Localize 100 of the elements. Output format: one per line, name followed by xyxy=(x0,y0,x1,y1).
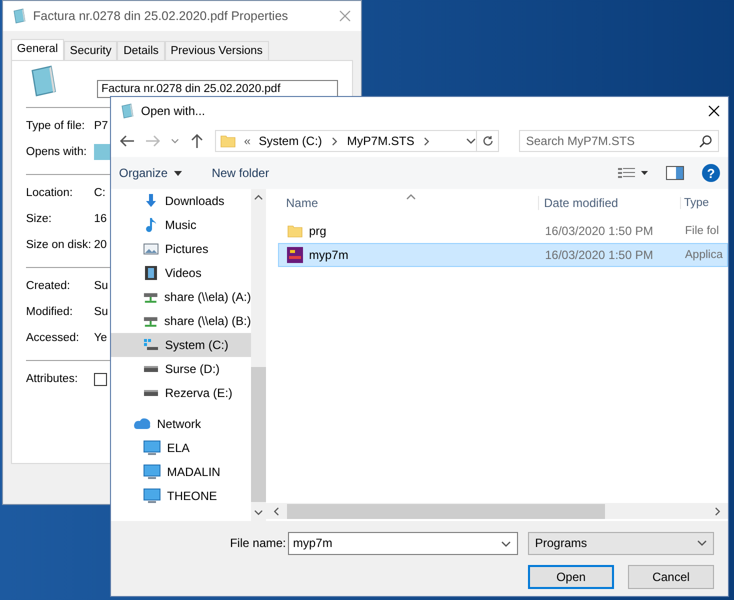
property-label: Size: xyxy=(26,213,53,225)
file-row[interactable]: myp7m 16/03/2020 1:50 PM Applica xyxy=(278,243,728,267)
tab[interactable]: General xyxy=(11,39,64,60)
nav-item[interactable]: share (\\ela) (A:) xyxy=(111,285,251,309)
file-name: prg xyxy=(309,224,326,238)
toolbar-button[interactable]: New folder xyxy=(212,166,270,180)
tab[interactable]: Security xyxy=(64,41,118,60)
property-label: Attributes: xyxy=(26,373,79,385)
window-title: Open with... xyxy=(141,104,206,118)
nav-item[interactable]: Pictures xyxy=(111,237,251,261)
file-name-field[interactable]: myp7m xyxy=(288,532,518,554)
tab[interactable]: Details xyxy=(117,41,165,60)
property-value: Su xyxy=(94,306,108,318)
breadcrumb[interactable]: System (C:) xyxy=(258,134,322,148)
date-cell-text: 16/03/2020 1:50 PM xyxy=(544,224,654,238)
scroll-left-icon xyxy=(272,506,281,516)
nav-item[interactable]: MADALIN xyxy=(111,460,251,484)
app-icon xyxy=(94,144,110,160)
nav-label: MADALIN xyxy=(167,465,220,479)
refresh-button[interactable] xyxy=(477,130,499,152)
column-header[interactable]: Type xyxy=(680,197,709,209)
file-type-dropdown[interactable]: Programs xyxy=(528,532,714,554)
property-label: Modified: xyxy=(26,306,74,318)
nav-item[interactable]: ELA xyxy=(111,436,251,460)
download-icon xyxy=(143,193,159,209)
column-header[interactable]: Name xyxy=(278,196,538,210)
nav-label: THEONE xyxy=(167,489,218,503)
dropdown-icon xyxy=(466,136,476,146)
nav-item[interactable]: Music xyxy=(111,213,251,237)
nav-label: Downloads xyxy=(165,194,224,208)
file-row[interactable]: prg 16/03/2020 1:50 PM File fol xyxy=(278,219,728,243)
up-icon[interactable] xyxy=(189,133,205,149)
toolbar-button[interactable]: Organize xyxy=(119,166,182,180)
close-icon[interactable] xyxy=(708,105,720,117)
property-label: Created: xyxy=(26,280,72,292)
attribute-checkbox[interactable] xyxy=(94,372,107,386)
scroll-down-icon xyxy=(254,508,263,517)
refresh-icon xyxy=(482,135,494,147)
scroll-up-icon xyxy=(254,193,263,202)
property-label: Accessed: xyxy=(26,332,80,344)
dropdown-icon xyxy=(501,538,511,548)
property-value: P7 xyxy=(94,120,108,132)
scroll-right-icon xyxy=(713,506,722,516)
overflow-icon[interactable]: « xyxy=(244,134,251,148)
nav-label: Music xyxy=(165,218,196,232)
type-cell-text: Applica xyxy=(684,249,723,261)
nav-item[interactable]: THEONE xyxy=(111,484,251,508)
nav-item[interactable]: Network xyxy=(111,412,251,436)
system-drive-icon xyxy=(143,337,159,353)
app-icon xyxy=(287,247,303,263)
help-button[interactable]: ? xyxy=(702,164,720,182)
caret-icon xyxy=(174,170,182,176)
file-name: myp7m xyxy=(309,248,348,262)
nav-label: share (\\ela) (B:) xyxy=(164,314,251,328)
nav-item[interactable]: System (C:) xyxy=(111,333,251,357)
property-label: Type of file: xyxy=(26,120,86,132)
film-icon xyxy=(143,265,159,281)
file-name-label: File name: xyxy=(230,536,286,550)
chevron-icon xyxy=(330,136,340,146)
nav-item[interactable]: share (\\ela) (B:) xyxy=(111,309,251,333)
nav-label: Rezerva (E:) xyxy=(165,386,232,400)
nav-item[interactable]: Downloads xyxy=(111,189,251,213)
property-value: 20 xyxy=(94,239,107,251)
nav-label: Surse (D:) xyxy=(165,362,220,376)
nav-label: Network xyxy=(157,417,202,431)
dropdown-icon xyxy=(697,538,707,548)
window-title: Factura nr.0278 din 25.02.2020.pdf Properties xyxy=(33,9,290,23)
view-options-icon[interactable] xyxy=(618,167,648,179)
computer-icon xyxy=(143,440,161,456)
scrollbar-thumb[interactable] xyxy=(251,367,266,502)
picture-icon xyxy=(143,241,159,257)
computer-icon xyxy=(143,464,161,480)
breadcrumb[interactable]: MyP7M.STS xyxy=(347,134,414,148)
address-bar[interactable]: « System (C:) MyP7M.STS xyxy=(215,130,477,152)
column-header[interactable]: Date modified xyxy=(538,196,680,210)
search-field[interactable]: Search MyP7M.STS xyxy=(519,130,719,152)
back-icon[interactable] xyxy=(119,133,135,149)
dialog-button[interactable]: Cancel xyxy=(628,565,714,589)
folder-icon xyxy=(287,223,303,239)
nav-item[interactable]: Rezerva (E:) xyxy=(111,381,251,405)
property-label: Opens with: xyxy=(26,146,88,158)
nav-label: System (C:) xyxy=(165,338,228,352)
app-icon xyxy=(119,103,135,119)
chevron-icon xyxy=(422,136,432,146)
nav-item[interactable]: Videos xyxy=(111,261,251,285)
nav-label: Pictures xyxy=(165,242,208,256)
recent-icon xyxy=(171,137,179,145)
network-icon xyxy=(133,416,151,432)
scrollbar-thumb[interactable] xyxy=(287,504,605,518)
type-cell-text: File fol xyxy=(684,225,719,237)
folder-icon xyxy=(220,133,236,149)
property-value: Ye xyxy=(94,332,108,344)
preview-pane-icon[interactable] xyxy=(666,166,684,180)
tab[interactable]: Previous Versions xyxy=(164,41,269,60)
drive-icon xyxy=(143,366,159,372)
nav-label: share (\\ela) (A:) xyxy=(164,290,251,304)
computer-icon xyxy=(143,488,161,504)
search-icon[interactable] xyxy=(699,134,713,148)
nav-item[interactable]: Surse (D:) xyxy=(111,357,251,381)
dialog-button[interactable]: Open xyxy=(528,565,614,589)
